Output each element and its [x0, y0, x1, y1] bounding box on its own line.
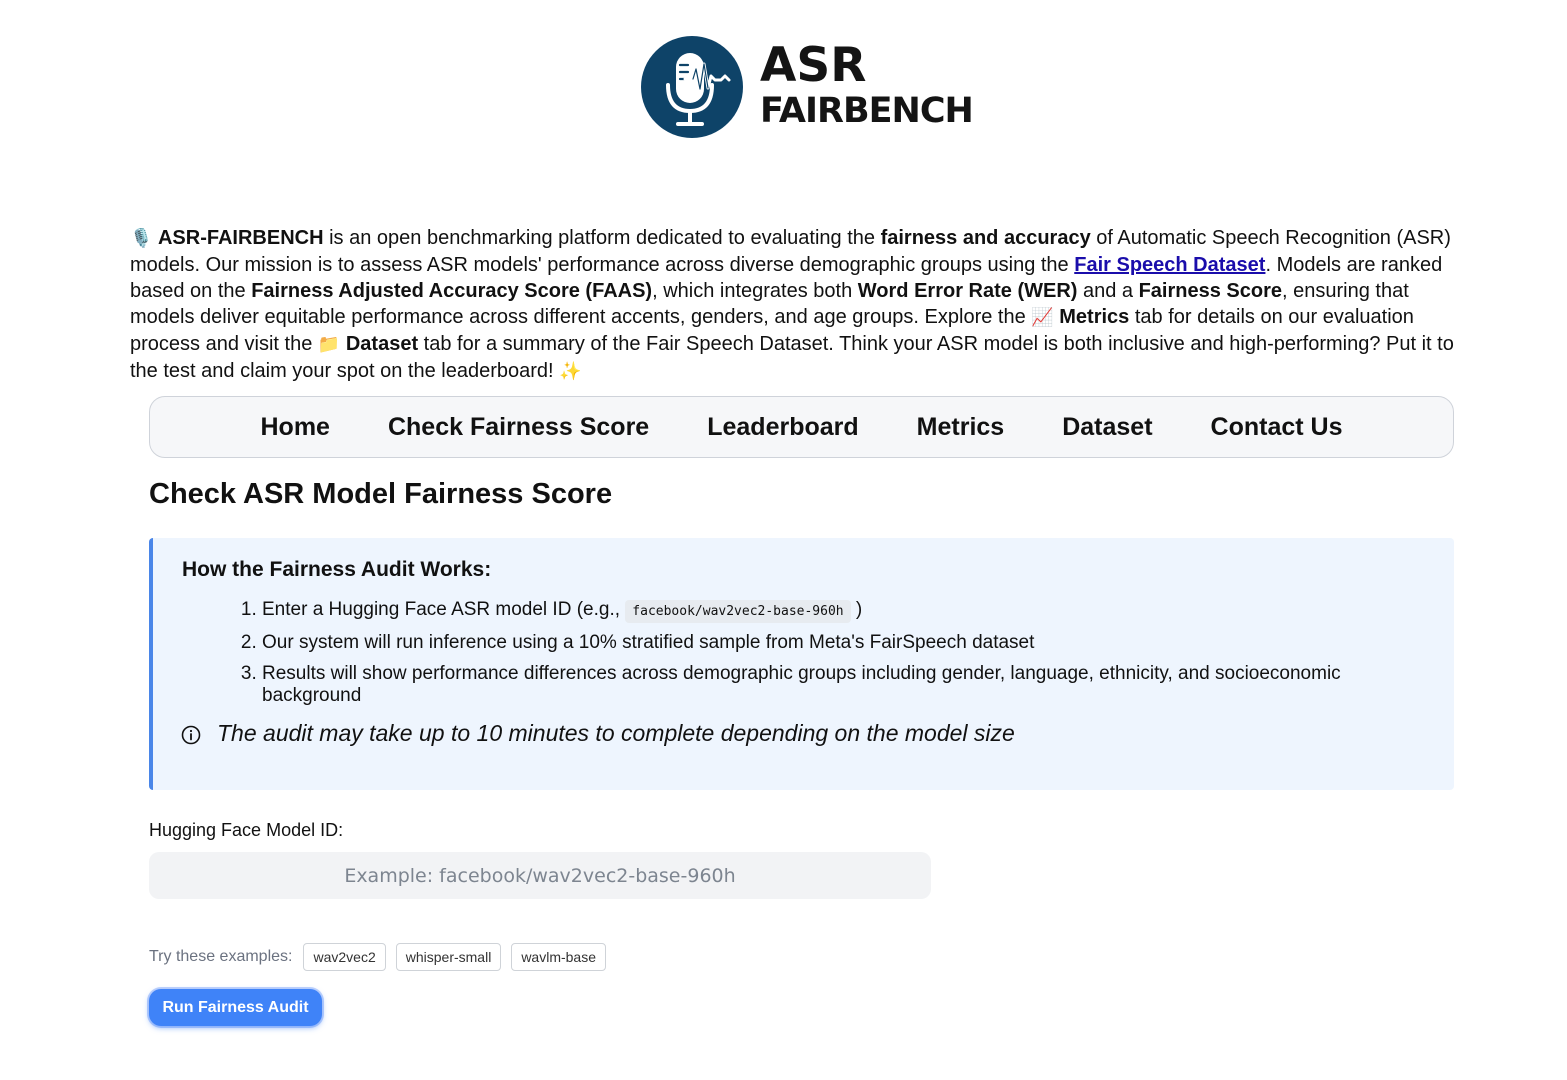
intro-text: and a — [1077, 280, 1139, 302]
nav-dataset[interactable]: Dataset — [1062, 413, 1152, 442]
brand-name: ASR-FAIRBENCH — [157, 227, 324, 249]
list-item: Results will show performance difference… — [262, 663, 1402, 707]
audit-steps-list: Enter a Hugging Face ASR model ID (e.g.,… — [237, 599, 1402, 716]
intro-bold: Fairness Adjusted Accuracy Score (FAAS) — [251, 280, 653, 302]
intro-bold: fairness and accuracy — [880, 227, 1091, 249]
list-item: Our system will run inference using a 10… — [262, 632, 1402, 654]
example-chip-wav2vec2[interactable]: wav2vec2 — [303, 943, 386, 971]
list-item: Enter a Hugging Face ASR model ID (e.g.,… — [262, 599, 1402, 623]
microphone-emoji-icon: 🎙️ — [130, 228, 153, 249]
intro-text: is an open benchmarking platform dedicat… — [323, 227, 881, 249]
examples-label: Try these examples: — [149, 948, 293, 965]
model-id-input[interactable] — [149, 852, 931, 899]
folder-emoji-icon: 📁 — [317, 334, 341, 355]
main-nav: Home Check Fairness Score Leaderboard Me… — [149, 396, 1454, 458]
chart-emoji-icon: 📈 — [1031, 307, 1054, 328]
audit-info-box: How the Fairness Audit Works: Enter a Hu… — [149, 538, 1454, 790]
step-text: ) — [855, 599, 863, 620]
sparkles-emoji-icon: ✨ — [559, 361, 582, 382]
model-id-label: Hugging Face Model ID: — [149, 820, 344, 840]
app-logo: ASR FAIRBENCH — [641, 36, 974, 140]
logo-title-line1: ASR — [760, 38, 867, 93]
note-text: The audit may take up to 10 minutes to c… — [217, 720, 1015, 746]
run-fairness-audit-button[interactable]: Run Fairness Audit — [149, 989, 322, 1026]
intro-bold: Fairness Score — [1138, 280, 1283, 302]
nav-metrics[interactable]: Metrics — [917, 413, 1005, 442]
intro-bold: Dataset — [345, 333, 419, 355]
nav-contact-us[interactable]: Contact Us — [1211, 413, 1343, 442]
example-chip-wavlm-base[interactable]: wavlm-base — [511, 943, 607, 971]
microphone-icon — [641, 36, 743, 138]
nav-check-fairness-score[interactable]: Check Fairness Score — [388, 413, 649, 442]
nav-leaderboard[interactable]: Leaderboard — [707, 413, 858, 442]
examples-row: Try these examples: wav2vec2 whisper-sma… — [149, 943, 616, 971]
intro-bold: Word Error Rate (WER) — [857, 280, 1078, 302]
example-chip-whisper-small[interactable]: whisper-small — [395, 943, 502, 971]
info-box-title: How the Fairness Audit Works: — [182, 558, 492, 581]
info-icon — [181, 724, 201, 744]
duration-note: The audit may take up to 10 minutes to c… — [181, 720, 1015, 747]
intro-text: , which integrates both — [652, 280, 858, 302]
logo-title-line2: FAIRBENCH — [760, 91, 974, 131]
page-title: Check ASR Model Fairness Score — [149, 478, 613, 510]
fair-speech-dataset-link[interactable]: Fair Speech Dataset — [1074, 254, 1265, 276]
nav-home[interactable]: Home — [261, 413, 330, 442]
step-text: Enter a Hugging Face ASR model ID (e.g., — [262, 599, 626, 620]
intro-bold: Metrics — [1059, 306, 1130, 328]
model-id-example-code: facebook/wav2vec2-base-960h — [625, 600, 851, 623]
intro-paragraph: 🎙️ ASR-FAIRBENCH is an open benchmarking… — [130, 225, 1475, 385]
